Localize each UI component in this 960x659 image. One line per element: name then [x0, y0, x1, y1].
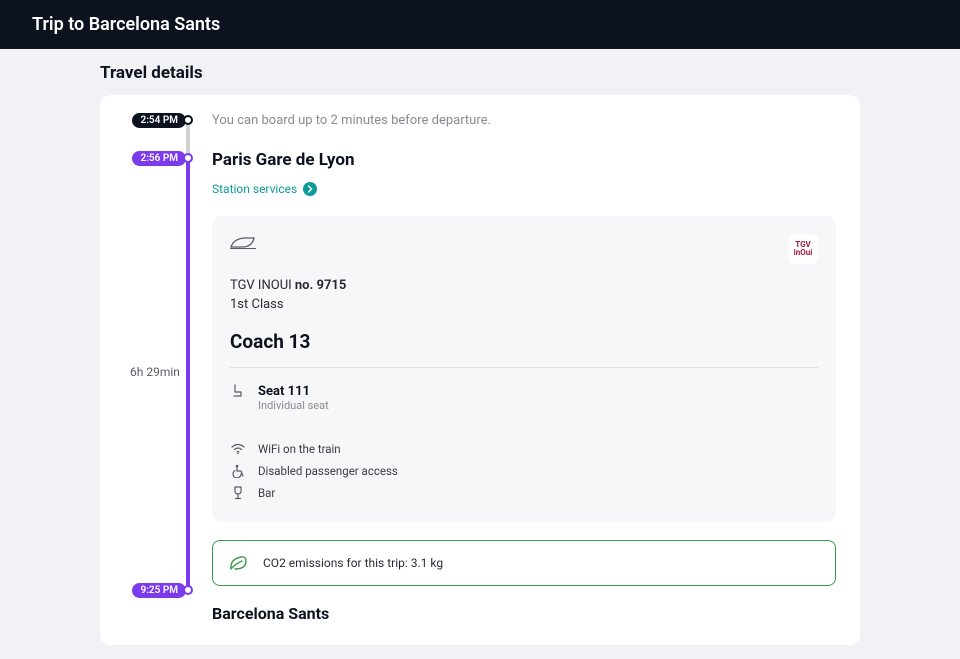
co2-text: CO2 emissions for this trip: 3.1 kg	[263, 556, 443, 570]
amenity-bar-label: Bar	[258, 486, 275, 500]
station-services-link[interactable]: Station services	[212, 182, 317, 196]
amenity-access-label: Disabled passenger access	[258, 464, 398, 478]
wifi-icon	[230, 443, 246, 455]
seat-icon	[230, 384, 246, 398]
page-header: Trip to Barcelona Sants	[0, 0, 960, 49]
section-title: Travel details	[100, 63, 860, 83]
train-brand: TGV INOUI	[230, 278, 295, 293]
amenity-bar: Bar	[230, 482, 818, 504]
page-title: Trip to Barcelona Sants	[32, 14, 220, 35]
departure-station-name: Paris Gare de Lyon	[212, 150, 836, 170]
arrival-station-name: Barcelona Sants	[212, 604, 836, 623]
main-container: Travel details 2:54 PM 2:56 PM 9:25 PM 6…	[100, 49, 860, 659]
timeline-column: 2:54 PM 2:56 PM 9:25 PM 6h 29min	[124, 113, 204, 623]
boarding-note: You can board up to 2 minutes before dep…	[212, 113, 836, 128]
train-number: no. 9715	[295, 278, 346, 293]
boarding-dot	[183, 115, 193, 125]
seat-row: Seat 111 Individual seat	[230, 368, 818, 426]
station-services-label: Station services	[212, 182, 297, 196]
co2-box: CO2 emissions for this trip: 3.1 kg	[212, 540, 836, 586]
amenity-wifi-label: WiFi on the train	[258, 442, 341, 456]
seat-info: Seat 111 Individual seat	[258, 384, 329, 412]
arrival-dot	[183, 585, 193, 595]
chevron-right-icon	[303, 182, 317, 196]
train-class: 1st Class	[230, 297, 818, 312]
train-details-box: TGVinOui TGV INOUI no. 9715 1st Class Co…	[212, 216, 836, 522]
seat-number: Seat 111	[258, 384, 329, 399]
departure-time-pill: 2:56 PM	[132, 151, 186, 166]
leaf-icon	[227, 553, 249, 573]
brand-badge-text: TGVinOui	[794, 241, 813, 257]
bar-icon	[230, 486, 246, 500]
train-icon	[230, 234, 256, 250]
wheelchair-icon	[230, 464, 246, 478]
duration-label: 6h 29min	[130, 365, 180, 379]
amenity-wifi: WiFi on the train	[230, 438, 818, 460]
coach-label: Coach 13	[230, 330, 818, 368]
timeline-track: 6h 29min	[184, 113, 194, 623]
content-column: You can board up to 2 minutes before dep…	[204, 113, 836, 623]
travel-details-card: 2:54 PM 2:56 PM 9:25 PM 6h 29min You can…	[100, 95, 860, 645]
departure-dot	[183, 153, 193, 163]
seat-type: Individual seat	[258, 399, 329, 412]
brand-badge: TGVinOui	[788, 234, 818, 264]
arrival-time-pill: 9:25 PM	[132, 583, 186, 598]
journey-segment	[186, 157, 190, 589]
amenity-access: Disabled passenger access	[230, 460, 818, 482]
boarding-time-pill: 2:54 PM	[132, 113, 186, 128]
train-name-line: TGV INOUI no. 9715	[230, 278, 818, 293]
